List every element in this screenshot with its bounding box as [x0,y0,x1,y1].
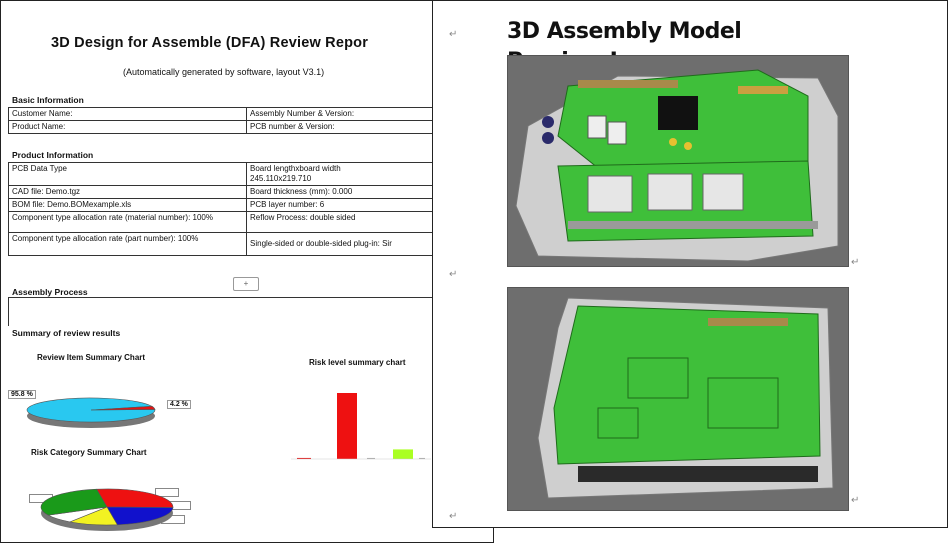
assembly-process-heading: Assembly Process [12,287,88,297]
customer-name-cell: Customer Name: [8,107,247,121]
pcb-data-type-cell: PCB Data Type [8,162,247,186]
paragraph-mark-icon: ↵ [449,269,458,280]
assembly-process-table [8,297,490,326]
pcb-top-view-image [508,56,848,266]
paragraph-mark-icon: ↵ [851,495,860,506]
basic-info-table: Customer Name: Assembly Number & Version… [8,107,489,134]
basic-info-heading: Basic Information [12,95,84,105]
cad-file-cell: CAD file: Demo.tgz [8,185,247,199]
paragraph-mark-icon: ↵ [449,511,458,522]
assembly-preview-image-top [507,55,849,267]
risk-level-bar [393,449,413,459]
board-size-value: 245.110x219.710 [250,174,312,183]
product-info-heading: Product Information [12,150,94,160]
paragraph-mark-icon: ↵ [851,257,860,268]
report-subtitle: (Automatically generated by software, la… [123,67,325,77]
product-name-cell: Product Name: [8,120,247,134]
table-add-handle[interactable]: + [233,277,259,291]
pcb-bottom-view-image [508,288,848,510]
risk-category-chart-title: Risk Category Summary Chart [31,448,147,457]
board-size-label: Board lengthxboard width [250,164,341,173]
bom-file-cell: BOM file: Demo.BOMexample.xls [8,198,247,212]
review-small-label: 4.2 % [167,400,191,409]
product-info-table: PCB Data Type Board lengthxboard width 24… [8,162,489,256]
summary-heading: Summary of review results [12,328,121,338]
assembly-preview-image-bottom [507,287,849,511]
risk-level-bar-chart [291,393,431,460]
review-chart-title: Review Item Summary Chart [37,353,146,362]
risk-level-bar [337,393,357,459]
dfa-report-page: 3D Design for Assemble (DFA) Review Repo… [0,0,494,543]
preview-page: ↵ 3D Assembly Model Preview Image ↵ ↵ [432,0,948,528]
risk-category-pie-chart [40,488,174,531]
pie-slice [96,488,174,508]
risk-level-chart-title: Risk level summary chart [309,358,406,367]
alloc-material-cell: Component type allocation rate (material… [8,211,247,233]
paragraph-mark-icon: ↵ [449,29,458,40]
alloc-part-cell: Component type allocation rate (part num… [8,232,247,256]
report-title: 3D Design for Assemble (DFA) Review Repo… [51,35,369,51]
review-pie-chart [26,397,156,428]
